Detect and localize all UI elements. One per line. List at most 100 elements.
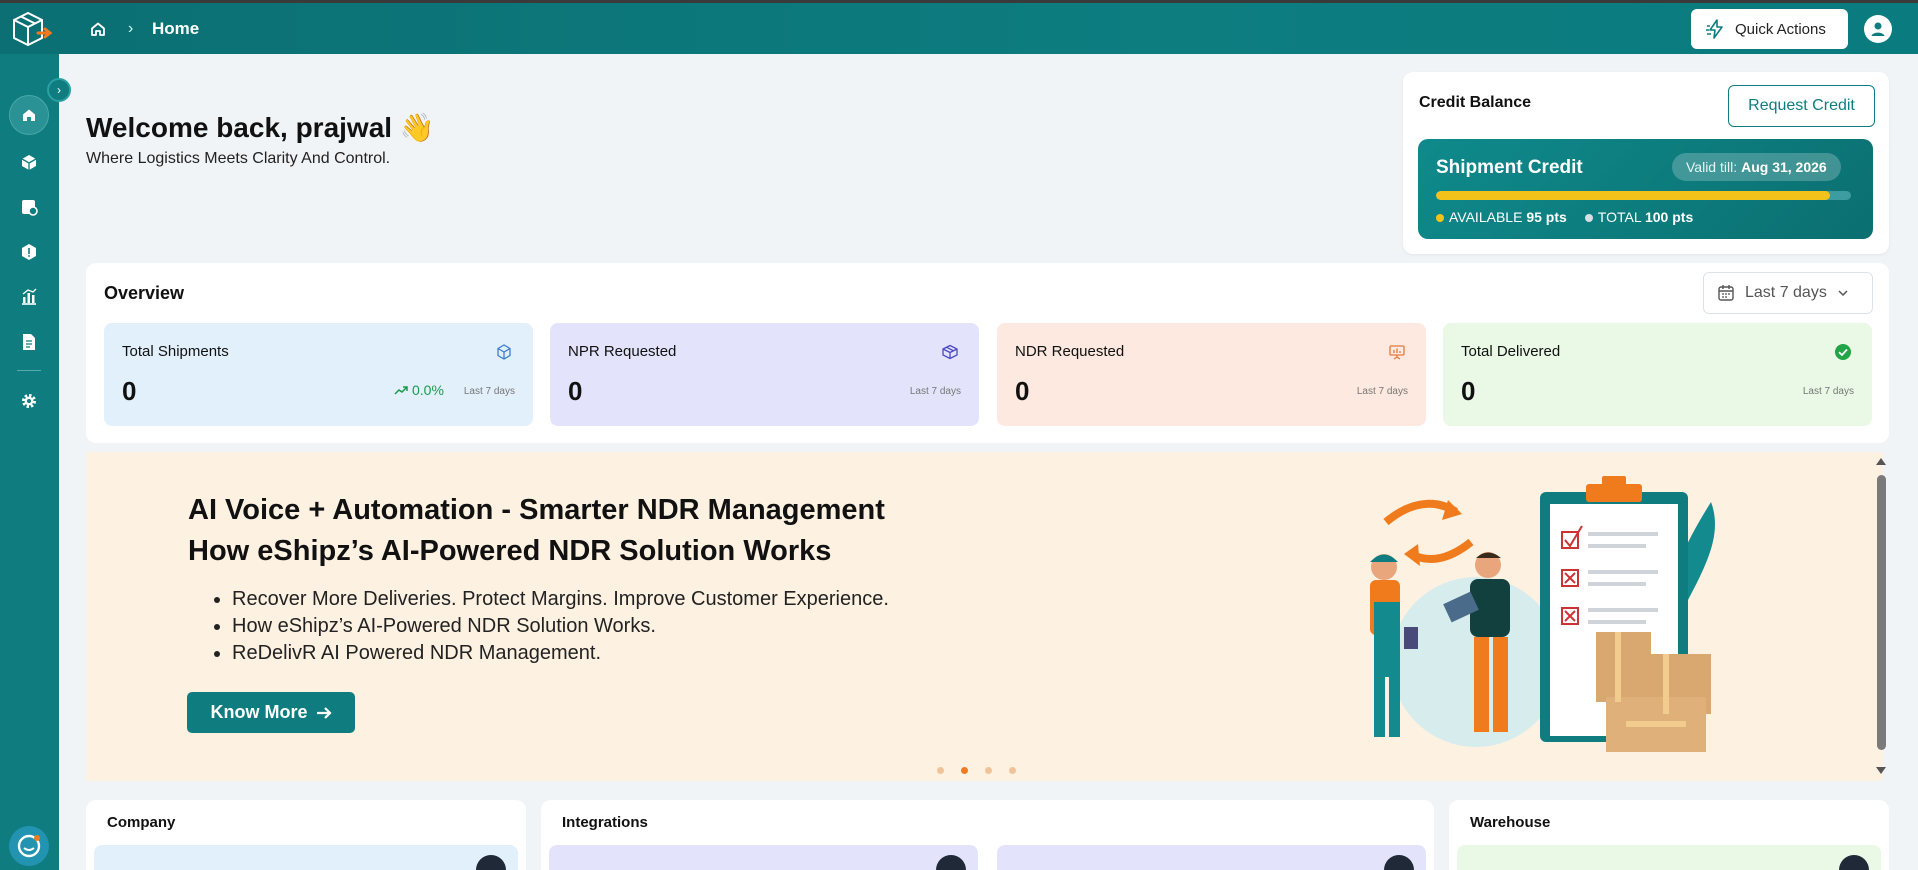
welcome-title: Welcome back, prajwal 👋 [86,112,435,143]
package-icon [21,155,37,170]
warehouse-tile[interactable] [1457,845,1881,870]
integrations-title: Integrations [562,814,648,831]
total-legend: TOTAL 100 pts [1584,209,1694,225]
tile-action-icon[interactable] [1384,855,1414,870]
available-label: AVAILABLE [1449,209,1523,225]
breadcrumb-separator-icon: › [128,19,134,37]
stat-value: 0 [568,376,583,406]
stat-card-ndr-requested[interactable]: NDR Requested 0 Last 7 days [997,323,1426,426]
check-circle-icon [1835,344,1851,360]
promo-banner: AI Voice + Automation - Smarter NDR Mana… [86,452,1883,781]
credit-legend: AVAILABLE 95 pts TOTAL 100 pts [1436,209,1693,225]
order-settings-icon [22,200,38,216]
user-icon [1871,22,1885,36]
arrow-right-icon [316,706,332,719]
document-icon [23,334,35,350]
presentation-icon [1389,345,1405,360]
stat-value: 0 [1015,376,1030,406]
tile-action-icon[interactable] [476,855,506,870]
valid-till-badge: Valid till: Aug 31, 2026 [1672,153,1841,181]
sidebar-item-settings[interactable] [14,386,44,416]
available-dot-icon [1436,214,1444,222]
stat-card-total-delivered[interactable]: Total Delivered 0 Last 7 days [1443,323,1872,426]
credit-balance-card: Credit Balance Request Credit Shipment C… [1403,72,1889,254]
company-card: Company [86,800,526,870]
scroll-down-arrow-icon[interactable] [1874,765,1888,777]
total-dot-icon [1584,214,1593,222]
chat-icon [17,834,41,858]
sidebar-item-shipments[interactable] [14,147,44,177]
carousel-dot[interactable] [985,767,992,774]
stat-period: Last 7 days [463,386,515,397]
stat-trend-value: 0.0% [412,382,444,398]
carousel-dot[interactable] [937,767,944,774]
quick-actions-button[interactable]: Quick Actions [1691,9,1848,49]
available-legend: AVAILABLE 95 pts [1436,209,1567,225]
know-more-label: Know More [210,702,308,722]
calendar-icon [1718,285,1734,301]
carousel-dots [937,767,1016,774]
total-label: TOTAL [1597,209,1642,225]
stat-period: Last 7 days [909,386,961,397]
alert-icon [22,244,36,260]
tile-action-icon[interactable] [936,855,966,870]
stat-card-npr-requested[interactable]: NPR Requested 0 Last 7 days [550,323,979,426]
sidebar-item-home[interactable] [14,100,44,130]
date-range-value: Last 7 days [1745,284,1827,301]
sidebar-item-documents[interactable] [14,327,44,357]
home-icon [23,109,35,121]
stat-label: NPR Requested [568,343,677,360]
warehouse-title: Warehouse [1470,814,1551,831]
tile-action-icon[interactable] [1839,855,1869,870]
overview-panel: Overview Last 7 days Total Shipments 0 0… [86,263,1889,443]
page-scrollbar[interactable] [1874,455,1888,780]
stat-trend: 0.0% [394,382,444,398]
chat-support-button[interactable] [9,826,49,866]
scroll-thumb[interactable] [1877,475,1886,750]
chevron-down-icon [1838,290,1848,297]
quick-actions-label: Quick Actions [1735,20,1826,38]
date-range-select[interactable]: Last 7 days [1703,272,1873,314]
stat-value: 0 [1461,376,1476,406]
integration-tile[interactable] [549,845,978,870]
scroll-up-arrow-icon[interactable] [1874,455,1888,467]
stat-value: 0 [122,376,137,406]
gear-icon [22,394,36,408]
sidebar-expand-button[interactable]: › [47,78,71,102]
sidebar-item-reports[interactable] [14,282,44,312]
integrations-card: Integrations [541,800,1434,870]
breadcrumb-current: Home [152,18,200,38]
available-value: 95 pts [1526,209,1567,225]
total-value: 100 pts [1644,209,1694,225]
warehouse-card: Warehouse [1449,800,1889,870]
lightning-icon [1706,19,1723,39]
company-title: Company [107,814,176,831]
banner-heading-line1: AI Voice + Automation - Smarter NDR Mana… [188,494,885,526]
company-tile[interactable] [94,845,518,870]
carousel-dot[interactable] [1009,767,1016,774]
banner-bullet: Recover More Deliveries. Protect Margins… [232,586,889,613]
stat-period: Last 7 days [1802,386,1854,397]
banner-bullets: Recover More Deliveries. Protect Margins… [232,586,889,667]
shipment-credit-panel: Shipment Credit Valid till: Aug 31, 2026… [1418,139,1873,239]
trend-up-icon [394,386,408,395]
credit-balance-title: Credit Balance [1419,94,1532,111]
carousel-dot-active[interactable] [961,767,968,774]
know-more-button[interactable]: Know More [187,692,355,733]
sidebar-item-orders[interactable] [14,192,44,222]
logistics-illustration [1370,476,1715,752]
stat-period: Last 7 days [1356,386,1408,397]
app-logo-icon [13,11,53,47]
home-breadcrumb-icon[interactable] [90,3,106,54]
box-icon [942,344,958,360]
sidebar-divider [17,370,41,371]
valid-till-label: Valid till: [1686,159,1738,175]
banner-bullet: ReDelivR AI Powered NDR Management. [232,640,889,667]
top-bar: › Home Quick Actions [0,3,1918,54]
request-credit-button[interactable]: Request Credit [1728,85,1875,127]
user-avatar[interactable] [1864,15,1892,43]
stat-card-total-shipments[interactable]: Total Shipments 0 0.0% Last 7 days [104,323,533,426]
integration-tile[interactable] [997,845,1426,870]
sidebar-item-ndr[interactable] [14,237,44,267]
banner-bullet: How eShipz’s AI-Powered NDR Solution Wor… [232,613,889,640]
